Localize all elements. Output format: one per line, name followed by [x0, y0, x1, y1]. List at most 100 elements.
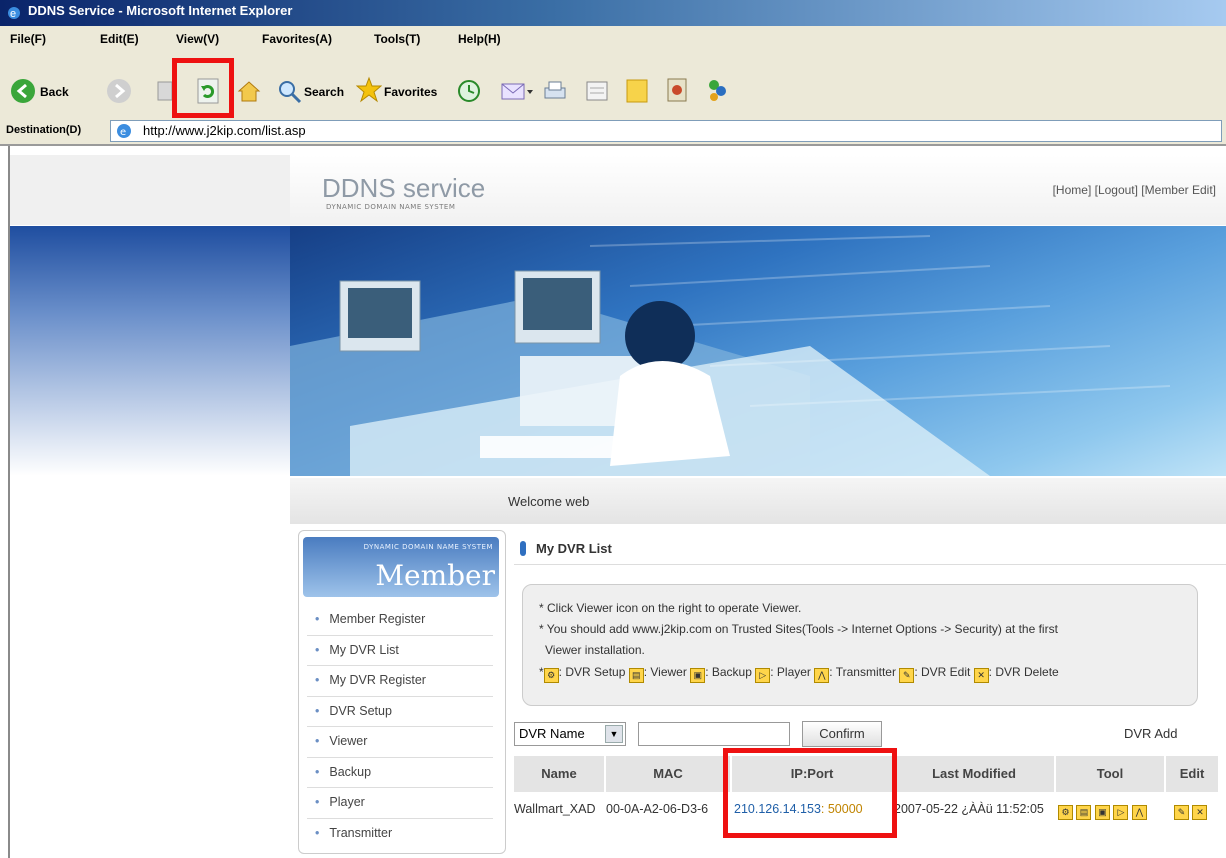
forward-arrow-icon[interactable] [106, 78, 132, 104]
last-modified-value: 2007-05-22 ¿ÀÀü 11:52:05 [894, 802, 1044, 816]
notice-line-1: * Click Viewer icon on the right to oper… [539, 601, 802, 615]
cell-name[interactable]: Wallmart_XAD [514, 794, 606, 824]
banner-image [290, 226, 1226, 476]
print-icon[interactable] [542, 78, 568, 104]
section-header: My DVR List [514, 536, 1226, 565]
row-viewer-icon[interactable]: ▤ [1076, 805, 1092, 820]
filter-row: DVR Name ▼ Confirm DVR Add [514, 720, 1226, 748]
member-menu: Member Register My DVR List My DVR Regis… [307, 605, 493, 848]
refresh-highlight-box [172, 58, 234, 118]
menu-edit[interactable]: Edit(E) [100, 32, 139, 46]
ie-logo-icon: e [8, 7, 20, 20]
row-backup-icon[interactable]: ▣ [1094, 805, 1110, 820]
row-dvr-delete-icon[interactable]: ✕ [1192, 805, 1208, 820]
svg-text:e: e [120, 127, 126, 138]
sidebar-item-member-register[interactable]: Member Register [307, 605, 493, 636]
folder-icon[interactable] [624, 76, 650, 104]
sidebar-item-dvr-setup[interactable]: DVR Setup [307, 697, 493, 727]
menu-bar: File(F) Edit(E) View(V) Favorites(A) Too… [0, 26, 1226, 54]
dvr-edit-icon: ✎ [899, 668, 915, 683]
page-icon: e [117, 124, 131, 138]
welcome-text: Welcome web [508, 494, 590, 509]
cell-last-modified: 2007-05-22 ¿ÀÀü 11:52:05 [894, 794, 1056, 824]
sidebar-item-player[interactable]: Player [307, 788, 493, 819]
notice-box: * Click Viewer icon on the right to oper… [522, 584, 1198, 706]
messenger-icon[interactable] [704, 76, 730, 104]
member-header-subtitle: DYNAMIC DOMAIN NAME SYSTEM [363, 543, 493, 551]
legend-transmitter: : Transmitter [829, 665, 896, 679]
legend-player: : Player [770, 665, 811, 679]
research-icon[interactable] [664, 76, 690, 104]
search-button[interactable]: Search [304, 85, 344, 99]
sidebar-item-my-dvr-list[interactable]: My DVR List [307, 636, 493, 666]
icon-legend: * ⚙: DVR Setup ▤: Viewer ▣: Backup ▷: Pla… [539, 665, 1059, 683]
menu-tools[interactable]: Tools(T) [374, 32, 420, 46]
legend-viewer: : Viewer [643, 665, 687, 679]
favorites-button[interactable]: Favorites [384, 85, 437, 99]
backup-icon: ▣ [690, 668, 706, 683]
col-edit: Edit [1166, 756, 1219, 792]
sidebar-item-backup[interactable]: Backup [307, 758, 493, 788]
back-arrow-icon[interactable] [10, 78, 36, 104]
chevron-down-icon[interactable]: ▼ [605, 725, 623, 743]
search-input[interactable] [638, 722, 790, 746]
history-icon[interactable] [456, 78, 482, 104]
row-transmitter-icon[interactable]: ⋀ [1131, 805, 1147, 820]
notice-line-3: Viewer installation. [545, 643, 645, 657]
back-button[interactable]: Back [40, 85, 69, 99]
site-logo-subtitle: DYNAMIC DOMAIN NAME SYSTEM [326, 203, 456, 211]
row-dvr-edit-icon[interactable]: ✎ [1174, 805, 1189, 820]
section-bullet-icon [520, 541, 526, 556]
home-icon[interactable] [236, 78, 262, 104]
player-icon: ▷ [755, 668, 771, 683]
address-input[interactable]: e http://www.j2kip.com/list.asp [110, 120, 1222, 142]
sidebar-item-viewer[interactable]: Viewer [307, 727, 493, 758]
member-header-title: Member [375, 559, 495, 592]
col-mac: MAC [606, 756, 731, 792]
legend-backup: : Backup [705, 665, 752, 679]
viewer-icon: ▤ [628, 668, 644, 683]
member-header: DYNAMIC DOMAIN NAME SYSTEM Member [303, 537, 499, 597]
legend-dvr-edit: : DVR Edit [914, 665, 971, 679]
menu-help[interactable]: Help(H) [458, 32, 501, 46]
edit-page-icon[interactable] [584, 78, 610, 104]
cell-tools: ⚙ ▤ ▣ ▷ ⋀ [1058, 794, 1166, 824]
dvr-delete-icon: ✕ [973, 668, 989, 683]
legend-dvr-setup: : DVR Setup [558, 665, 626, 679]
row-player-icon[interactable]: ▷ [1113, 805, 1129, 820]
sidebar-item-transmitter[interactable]: Transmitter [307, 819, 493, 849]
cell-mac: 00-0A-A2-06-D3-6 [606, 802, 709, 816]
address-bar: Destination(D) e http://www.j2kip.com/li… [0, 118, 1226, 146]
row-dvr-setup-icon[interactable]: ⚙ [1058, 805, 1073, 820]
left-banner-filler [10, 226, 290, 476]
mail-icon[interactable] [500, 78, 534, 104]
confirm-button[interactable]: Confirm [802, 721, 882, 747]
member-sidebar: DYNAMIC DOMAIN NAME SYSTEM Member Member… [298, 530, 506, 854]
control-room-illustration [290, 235, 1171, 476]
address-label: Destination(D) [6, 124, 82, 136]
left-header-filler [10, 155, 290, 225]
site-header: DDNS service DYNAMIC DOMAIN NAME SYSTEM … [290, 155, 1226, 225]
transmitter-icon: ⋀ [814, 668, 830, 683]
menu-file[interactable]: File(F) [10, 32, 46, 46]
favorites-star-icon[interactable] [356, 76, 382, 104]
dvr-field-select[interactable]: DVR Name ▼ [514, 722, 626, 746]
dvr-setup-icon: ⚙ [543, 668, 559, 683]
menu-favorites[interactable]: Favorites(A) [262, 32, 332, 46]
search-icon[interactable] [276, 78, 302, 104]
menu-view[interactable]: View(V) [176, 32, 219, 46]
top-links[interactable]: [Home] [Logout] [Member Edit] [1053, 183, 1216, 197]
site-logo[interactable]: DDNS service [322, 173, 485, 204]
welcome-bar: Welcome web [290, 478, 1226, 524]
address-url: http://www.j2kip.com/list.asp [143, 123, 306, 138]
ip-port-highlight-box [723, 748, 897, 838]
window-titlebar: e DDNS Service - Microsoft Internet Expl… [0, 0, 1226, 26]
col-name: Name [514, 756, 605, 792]
window-title: DDNS Service - Microsoft Internet Explor… [28, 3, 293, 18]
notice-line-2: * You should add www.j2kip.com on Truste… [539, 622, 1058, 636]
col-last-modified: Last Modified [894, 756, 1055, 792]
sidebar-item-my-dvr-register[interactable]: My DVR Register [307, 666, 493, 697]
dvr-add-link[interactable]: DVR Add [1124, 726, 1177, 741]
section-title: My DVR List [536, 541, 612, 556]
legend-dvr-delete: : DVR Delete [988, 665, 1059, 679]
